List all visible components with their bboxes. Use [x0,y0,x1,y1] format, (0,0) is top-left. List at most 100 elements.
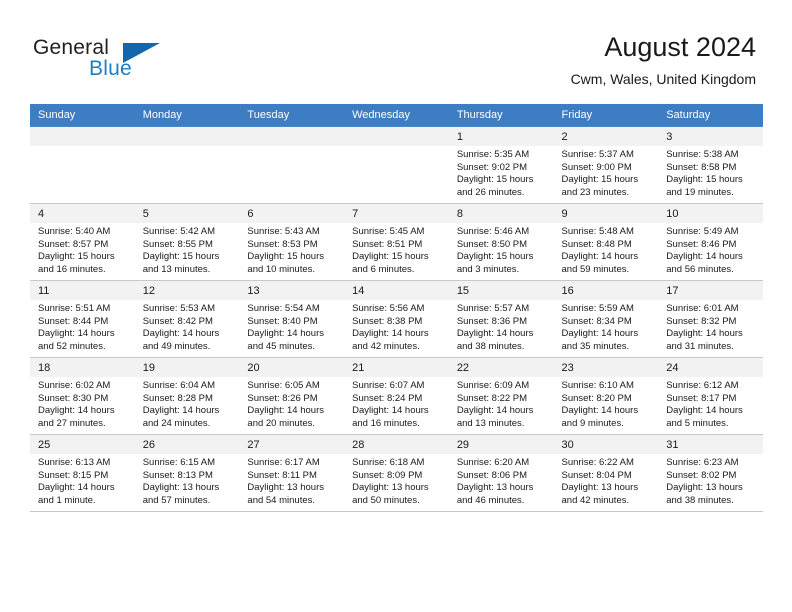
day-cell-inner: 19 Sunrise: 6:04 AM Sunset: 8:28 PM Dayligh… [134,358,240,434]
sunset-text: Sunset: 8:06 PM [456,469,528,481]
calendar-day-cell[interactable]: 25 Sunrise: 6:13 AM Sunset: 8:15 PM Dayligh… [30,434,135,512]
calendar-day-cell[interactable]: 4 Sunrise: 5:40 AM Sunset: 8:57 PM Daylight… [30,203,135,281]
calendar-day-cell[interactable]: 22 Sunrise: 6:09 AM Sunset: 8:22 PM Dayligh… [448,357,554,435]
sunrise-text: Sunrise: 6:20 AM [456,457,530,468]
calendar-day-cell[interactable]: 2 Sunrise: 5:37 AM Sunset: 9:00 PM Daylight… [553,126,659,204]
calendar-day-cell[interactable]: 3 Sunrise: 5:38 AM Sunset: 8:58 PM Daylight… [658,126,763,204]
daylight-text-line1: Daylight: 15 hours [142,251,220,263]
sunrise-text: Sunrise: 5:35 AM [456,149,530,160]
sunrise-text: Sunrise: 6:17 AM [247,457,320,468]
calendar-day-cell[interactable]: 31 Sunrise: 6:23 AM Sunset: 8:02 PM Dayligh… [658,434,763,512]
calendar-day-cell[interactable]: 7 Sunrise: 5:45 AM Sunset: 8:51 PM Daylight… [344,203,449,281]
sunset-text: Sunset: 8:22 PM [456,392,528,404]
sunrise-text: Sunrise: 6:10 AM [561,380,634,391]
day-cell-inner: 28 Sunrise: 6:18 AM Sunset: 8:09 PM Dayligh… [344,435,449,511]
calendar-day-cell[interactable]: 15 Sunrise: 5:57 AM Sunset: 8:36 PM Dayligh… [448,280,554,358]
calendar-day-cell[interactable]: 17 Sunrise: 6:01 AM Sunset: 8:32 PM Dayligh… [658,280,763,358]
daylight-text-line1: Daylight: 14 hours [561,405,639,417]
day-number: 28 [344,435,449,454]
calendar-day-cell[interactable]: 11 Sunrise: 5:51 AM Sunset: 8:44 PM Dayligh… [30,280,135,358]
daylight-text-line2: and 49 minutes. [142,340,211,352]
calendar-day-cell[interactable]: 6 Sunrise: 5:43 AM Sunset: 8:53 PM Daylight… [239,203,345,281]
day-cell-inner [344,127,449,203]
sunset-text: Sunset: 8:11 PM [247,469,317,481]
day-cell-inner: 12 Sunrise: 5:53 AM Sunset: 8:42 PM Dayligh… [134,281,240,357]
calendar-day-cell[interactable]: 8 Sunrise: 5:46 AM Sunset: 8:50 PM Daylight… [448,203,554,281]
calendar-week-row: 1 Sunrise: 5:35 AM Sunset: 9:02 PM Daylight… [30,126,763,204]
daylight-text-line1: Daylight: 13 hours [247,482,324,494]
page-title: August 2024 [604,32,756,62]
calendar-day-cell[interactable]: 29 Sunrise: 6:20 AM Sunset: 8:06 PM Dayligh… [448,434,554,512]
day-cell-inner: 7 Sunrise: 5:45 AM Sunset: 8:51 PM Daylight… [344,204,449,280]
day-cell-inner: 9 Sunrise: 5:48 AM Sunset: 8:48 PM Daylight… [553,204,659,280]
calendar-day-cell[interactable]: 18 Sunrise: 6:02 AM Sunset: 8:30 PM Dayligh… [30,357,135,435]
day-sun-info: Sunrise: 5:48 AM Sunset: 8:48 PM Daylight:… [554,223,659,276]
daylight-text-line1: Daylight: 15 hours [456,174,534,186]
calendar-day-cell[interactable]: 27 Sunrise: 6:17 AM Sunset: 8:11 PM Dayligh… [239,434,345,512]
daylight-text-line1: Daylight: 13 hours [142,482,220,494]
day-cell-inner: 22 Sunrise: 6:09 AM Sunset: 8:22 PM Dayligh… [448,358,554,434]
weekday-header-wednesday: Wednesday [344,104,449,127]
calendar-day-cell[interactable]: 5 Sunrise: 5:42 AM Sunset: 8:55 PM Daylight… [134,203,240,281]
daylight-text-line2: and 5 minutes. [666,417,729,429]
calendar-day-cell[interactable]: 10 Sunrise: 5:49 AM Sunset: 8:46 PM Dayligh… [658,203,763,281]
day-sun-info: Sunrise: 5:51 AM Sunset: 8:44 PM Daylight:… [30,300,135,353]
day-number: 20 [239,358,345,377]
brand-logo[interactable]: General Blue [33,36,213,86]
daylight-text-line2: and 59 minutes. [561,263,630,275]
daylight-text-line2: and 16 minutes. [38,263,106,275]
calendar-day-cell[interactable]: 26 Sunrise: 6:15 AM Sunset: 8:13 PM Dayligh… [134,434,240,512]
day-number: 1 [448,127,554,146]
calendar-day-cell[interactable]: 28 Sunrise: 6:18 AM Sunset: 8:09 PM Dayligh… [344,434,449,512]
sunrise-text: Sunrise: 6:18 AM [352,457,425,468]
daylight-text-line2: and 26 minutes. [456,186,525,198]
sunset-text: Sunset: 8:53 PM [247,238,318,250]
daylight-text-line2: and 24 minutes. [142,417,211,429]
day-number: 31 [658,435,763,454]
calendar-day-cell[interactable]: 21 Sunrise: 6:07 AM Sunset: 8:24 PM Dayligh… [344,357,449,435]
sunrise-text: Sunrise: 5:53 AM [142,303,216,314]
day-sun-info: Sunrise: 5:43 AM Sunset: 8:53 PM Daylight:… [239,223,344,276]
calendar-day-cell[interactable]: 20 Sunrise: 6:05 AM Sunset: 8:26 PM Dayligh… [239,357,345,435]
sunrise-text: Sunrise: 6:09 AM [456,380,530,391]
calendar-day-cell[interactable]: 30 Sunrise: 6:22 AM Sunset: 8:04 PM Dayligh… [553,434,659,512]
weekday-header-thursday: Thursday [448,104,554,127]
day-cell-inner [134,127,240,203]
day-sun-info: Sunrise: 6:10 AM Sunset: 8:20 PM Daylight:… [554,377,659,430]
day-number [239,127,345,146]
calendar-day-cell-empty [239,126,345,204]
day-sun-info: Sunrise: 6:07 AM Sunset: 8:24 PM Daylight:… [344,377,449,430]
day-number: 21 [344,358,449,377]
calendar-day-cell[interactable]: 14 Sunrise: 5:56 AM Sunset: 8:38 PM Dayligh… [344,280,449,358]
page-subtitle: Cwm, Wales, United Kingdom [570,71,756,87]
calendar-day-cell[interactable]: 16 Sunrise: 5:59 AM Sunset: 8:34 PM Dayligh… [553,280,659,358]
day-number: 24 [658,358,763,377]
calendar-day-cell[interactable]: 1 Sunrise: 5:35 AM Sunset: 9:02 PM Daylight… [448,126,554,204]
calendar-day-cell[interactable]: 9 Sunrise: 5:48 AM Sunset: 8:48 PM Daylight… [553,203,659,281]
calendar-day-cell[interactable]: 13 Sunrise: 5:54 AM Sunset: 8:40 PM Dayligh… [239,280,345,358]
day-number: 19 [134,358,240,377]
day-cell-inner [30,127,135,203]
calendar-day-cell[interactable]: 23 Sunrise: 6:10 AM Sunset: 8:20 PM Dayligh… [553,357,659,435]
sunrise-text: Sunrise: 6:15 AM [142,457,216,468]
sunset-text: Sunset: 8:36 PM [456,315,528,327]
day-sun-info: Sunrise: 5:37 AM Sunset: 9:00 PM Daylight:… [554,146,659,199]
calendar-day-cell-empty [30,126,135,204]
calendar-day-cell[interactable]: 12 Sunrise: 5:53 AM Sunset: 8:42 PM Dayligh… [134,280,240,358]
sunset-text: Sunset: 8:04 PM [561,469,632,481]
day-number [30,127,135,146]
day-cell-inner: 24 Sunrise: 6:12 AM Sunset: 8:17 PM Dayligh… [658,358,763,434]
sunset-text: Sunset: 8:51 PM [352,238,423,250]
calendar-day-cell[interactable]: 24 Sunrise: 6:12 AM Sunset: 8:17 PM Dayligh… [658,357,763,435]
day-sun-info: Sunrise: 6:01 AM Sunset: 8:32 PM Daylight:… [658,300,763,353]
calendar-day-cell[interactable]: 19 Sunrise: 6:04 AM Sunset: 8:28 PM Dayligh… [134,357,240,435]
daylight-text-line1: Daylight: 14 hours [38,405,115,417]
calendar-week-row: 25 Sunrise: 6:13 AM Sunset: 8:15 PM Dayligh… [30,434,763,512]
sunset-text: Sunset: 8:09 PM [352,469,423,481]
day-sun-info: Sunrise: 6:17 AM Sunset: 8:11 PM Daylight:… [239,454,344,507]
sunset-text: Sunset: 8:26 PM [247,392,318,404]
day-sun-info: Sunrise: 5:40 AM Sunset: 8:57 PM Daylight:… [30,223,135,276]
sunrise-text: Sunrise: 6:12 AM [666,380,739,391]
daylight-text-line1: Daylight: 13 hours [456,482,534,494]
day-number: 16 [553,281,659,300]
